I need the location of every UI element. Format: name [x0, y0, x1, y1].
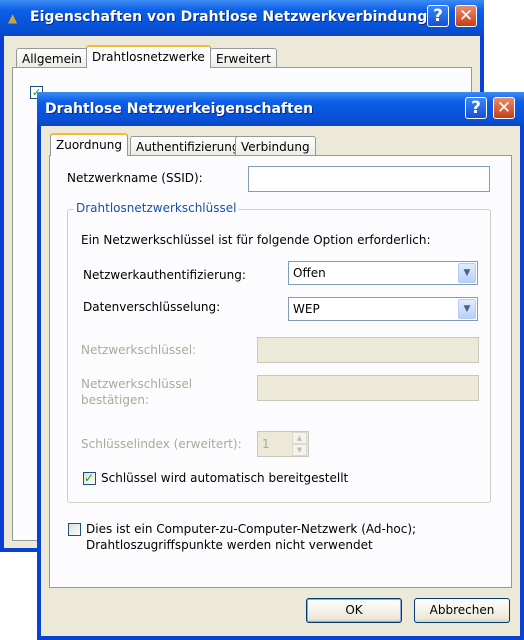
- auth-select-value: Offen: [293, 266, 326, 280]
- dialog-close-button[interactable]: ✕: [493, 97, 515, 119]
- ssid-label: Netzwerkname (SSID):: [67, 171, 203, 185]
- tab-erweitert[interactable]: Erweitert: [210, 48, 277, 68]
- network-key-input[interactable]: [257, 337, 479, 363]
- chevron-down-icon[interactable]: ▼: [458, 299, 476, 319]
- close-icon: ✕: [496, 98, 512, 118]
- dialog-titlebar[interactable]: Drahtlose Netzwerkeigenschaften ? ✕: [37, 92, 524, 126]
- tab-allgemein[interactable]: Allgemein: [16, 48, 88, 68]
- auto-key-label: Schlüssel wird automatisch bereitgestell…: [101, 471, 349, 485]
- ok-button[interactable]: OK: [306, 598, 402, 623]
- key-required-intro: Ein Netzwerkschlüssel ist für folgende O…: [81, 233, 431, 247]
- tab-zuordnung[interactable]: Zuordnung: [50, 133, 128, 156]
- dialog-client: Zuordnung Authentifizierung Verbindung N…: [41, 126, 520, 636]
- adhoc-label-line2: Drahtloszugriffspunkte werden nicht verw…: [86, 538, 373, 552]
- spin-down-icon[interactable]: ▼: [292, 444, 307, 456]
- confirm-key-label-line1: Netzwerkschlüssel: [81, 377, 193, 391]
- close-icon: ✕: [458, 6, 474, 26]
- key-index-value: 1: [262, 437, 270, 451]
- network-connection-icon: ▲: [8, 11, 18, 25]
- help-icon: ?: [471, 98, 481, 118]
- confirm-key-label-line2: bestätigen:: [81, 393, 149, 407]
- back-help-button[interactable]: ?: [427, 5, 449, 27]
- ssid-input[interactable]: [248, 166, 490, 192]
- network-key-label: Netzwerkschlüssel:: [81, 343, 197, 357]
- adhoc-checkbox[interactable]: [68, 523, 81, 536]
- tab-verbindung[interactable]: Verbindung: [235, 136, 316, 156]
- cancel-button[interactable]: Abbrechen: [414, 598, 510, 623]
- help-icon: ?: [433, 6, 443, 26]
- encryption-label: Datenverschlüsselung:: [83, 300, 221, 314]
- spin-up-icon[interactable]: ▲: [292, 432, 307, 444]
- auth-label: Netzwerkauthentifizierung:: [83, 268, 246, 282]
- zuordnung-tab-panel: Netzwerkname (SSID): Drahtlosnetzwerksch…: [49, 155, 512, 588]
- network-key-group-title: Drahtlosnetzwerkschlüssel: [74, 201, 239, 215]
- tab-authentifizierung[interactable]: Authentifizierung: [130, 136, 246, 156]
- dialog-help-button[interactable]: ?: [465, 97, 487, 119]
- confirm-key-input[interactable]: [257, 375, 479, 401]
- key-index-stepper[interactable]: 1 ▲ ▼: [257, 431, 309, 457]
- dialog-title: Drahtlose Netzwerkeigenschaften: [45, 101, 314, 117]
- tab-drahtlosnetzwerke[interactable]: Drahtlosnetzwerke: [86, 45, 211, 68]
- auth-select[interactable]: Offen ▼: [288, 261, 478, 285]
- back-window-titlebar[interactable]: ▲ Eigenschaften von Drahtlose Netzwerkve…: [0, 0, 484, 36]
- back-close-button[interactable]: ✕: [455, 5, 477, 27]
- back-window-title: Eigenschaften von Drahtlose Netzwerkverb…: [30, 9, 428, 25]
- auto-key-checkbox[interactable]: [83, 471, 96, 485]
- wireless-network-properties-dialog: Drahtlose Netzwerkeigenschaften ? ✕ Zuor…: [37, 92, 524, 640]
- encryption-select[interactable]: WEP ▼: [288, 297, 478, 321]
- encryption-select-value: WEP: [293, 302, 320, 316]
- adhoc-label-line1: Dies ist ein Computer-zu-Computer-Netzwe…: [86, 522, 417, 536]
- key-index-label: Schlüsselindex (erweitert):: [81, 437, 242, 451]
- chevron-down-icon[interactable]: ▼: [458, 263, 476, 283]
